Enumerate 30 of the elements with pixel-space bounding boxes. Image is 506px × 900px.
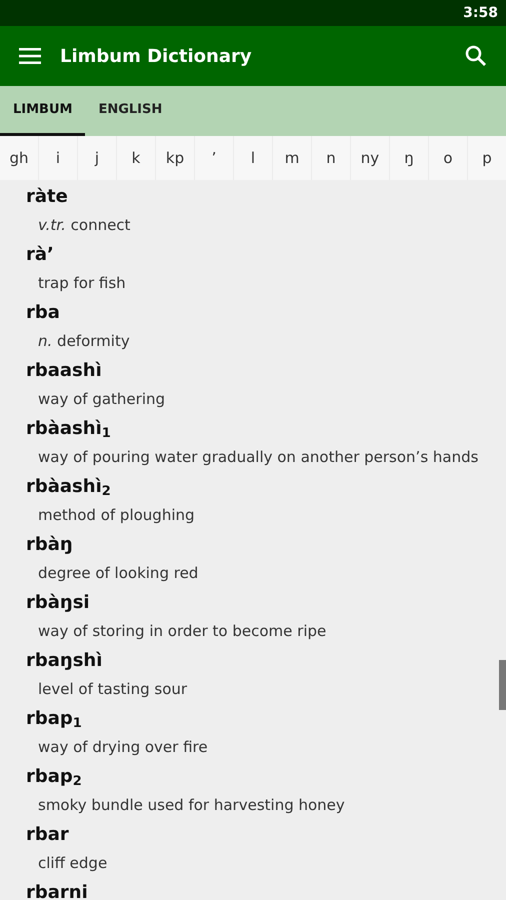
definition: smoky bundle used for harvesting honey bbox=[37, 795, 345, 816]
language-tab[interactable]: ENGLISH bbox=[85, 86, 176, 136]
definition: way of gathering bbox=[37, 389, 166, 410]
scroll-thumb[interactable] bbox=[499, 660, 506, 710]
headword[interactable]: rbàashì$_{2}$ bbox=[26, 472, 111, 501]
definition: way of storing in order to become ripe bbox=[37, 621, 326, 642]
headword[interactable]: rbàashì$_{1}$ bbox=[26, 414, 111, 443]
headword[interactable]: rbàŋ bbox=[26, 530, 73, 559]
headword[interactable]: rbar bbox=[26, 820, 69, 849]
search-icon[interactable] bbox=[464, 44, 488, 68]
definition: method of ploughing bbox=[37, 505, 195, 526]
definition: cliff edge bbox=[37, 853, 108, 874]
definition: degree of looking red bbox=[37, 563, 198, 584]
status-time: 3:58 bbox=[463, 4, 498, 22]
definition: level of tasting sour bbox=[37, 679, 188, 700]
headword[interactable]: rbap$_{1}$ bbox=[26, 704, 82, 733]
headword[interactable]: ràte bbox=[26, 182, 68, 211]
headword[interactable]: rba bbox=[26, 298, 60, 327]
definition: trap for fish bbox=[37, 273, 126, 294]
headword[interactable]: rbarni bbox=[26, 878, 88, 900]
headword[interactable]: rbap$_{2}$ bbox=[26, 762, 82, 791]
headword[interactable]: rbaŋshì bbox=[26, 646, 102, 675]
definition: way of drying over fire bbox=[37, 737, 208, 758]
definition: way of pouring water gradually on another person’s hands bbox=[37, 447, 478, 468]
headword[interactable]: rbàŋsi bbox=[26, 588, 90, 617]
app-title: Limbum Dictionary bbox=[60, 44, 253, 68]
headword[interactable]: rbaashì bbox=[26, 356, 102, 385]
headword[interactable]: rà’ bbox=[26, 240, 54, 269]
definition: v.tr. connect bbox=[37, 215, 130, 236]
definition: n. deformity bbox=[37, 331, 130, 352]
